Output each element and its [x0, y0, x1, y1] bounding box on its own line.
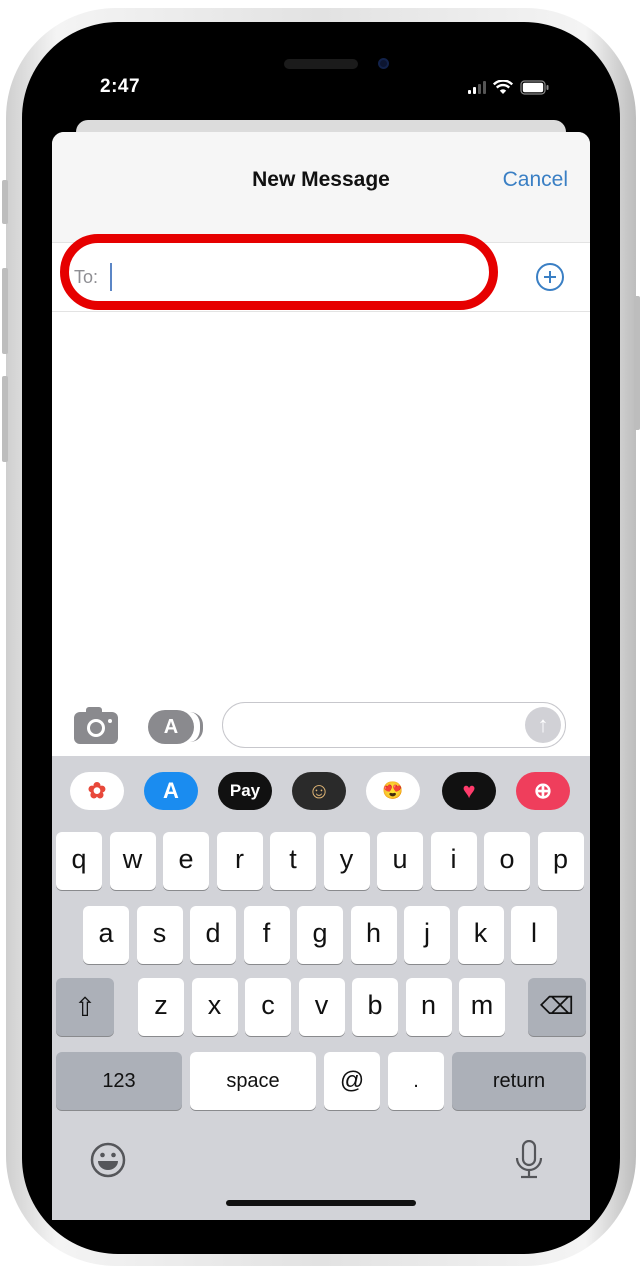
key-i[interactable]: i — [430, 832, 477, 890]
key-h[interactable]: h — [350, 906, 397, 964]
battery-icon — [520, 80, 549, 95]
app-store-icon[interactable]: A — [148, 710, 194, 744]
app-app-store-button[interactable]: A — [144, 772, 198, 810]
emoji-icon[interactable] — [90, 1142, 126, 1178]
key-t[interactable]: t — [270, 832, 316, 890]
key-f[interactable]: f — [243, 906, 290, 964]
key-y[interactable]: y — [323, 832, 370, 890]
key-q[interactable]: q — [56, 832, 102, 890]
app-digital-touch-button[interactable]: ♥ — [442, 772, 496, 810]
key-k[interactable]: k — [457, 906, 504, 964]
app-memoji-button[interactable]: ☺ — [292, 772, 346, 810]
key-m[interactable]: m — [459, 978, 505, 1036]
app-apple-pay-button[interactable]: Pay — [218, 772, 272, 810]
key-l[interactable]: l — [511, 906, 557, 964]
app-memoji-stickers-button[interactable]: 😍 — [366, 772, 420, 810]
key-s[interactable]: s — [136, 906, 183, 964]
memoji-icon: ☺ — [307, 778, 331, 803]
wifi-icon — [493, 80, 513, 94]
key-j[interactable]: j — [404, 906, 450, 964]
send-button[interactable]: ↑ — [525, 707, 561, 743]
shift-key[interactable]: ⇧ — [56, 978, 114, 1036]
key-n[interactable]: n — [405, 978, 452, 1036]
key-g[interactable]: g — [297, 906, 343, 964]
compose-bar: A ↑ — [52, 700, 590, 756]
plus-circle-icon[interactable] — [536, 263, 564, 291]
key-b[interactable]: b — [352, 978, 398, 1036]
new-message-sheet: New Message Cancel To: A ↑ ✿ A Pay ☺ 😍 ♥… — [52, 132, 590, 1220]
imessage-app-strip: ✿ A Pay ☺ 😍 ♥ ⊕ — [52, 756, 590, 826]
numbers-key[interactable]: 123 — [56, 1052, 182, 1110]
status-time: 2:47 — [100, 76, 141, 97]
key-w[interactable]: w — [109, 832, 156, 890]
cellular-signal-icon — [468, 81, 486, 94]
silent-switch — [2, 180, 8, 224]
microphone-icon[interactable] — [514, 1140, 544, 1180]
key-c[interactable]: c — [245, 978, 291, 1036]
earpiece-speaker — [284, 59, 358, 69]
key-e[interactable]: e — [163, 832, 209, 890]
delete-key[interactable]: ⌫ — [528, 978, 586, 1036]
app-photos-button[interactable]: ✿ — [70, 772, 124, 810]
apps-button-edge — [190, 712, 203, 742]
key-x[interactable]: x — [191, 978, 238, 1036]
image-search-icon: ⊕ — [533, 778, 553, 803]
key-d[interactable]: d — [190, 906, 236, 964]
recipient-input[interactable] — [108, 261, 492, 295]
key-z[interactable]: z — [138, 978, 184, 1036]
apple-pay-icon: Pay — [229, 781, 261, 800]
message-input[interactable]: ↑ — [222, 702, 566, 748]
app-store-icon: A — [163, 778, 179, 803]
cancel-button[interactable]: Cancel — [503, 168, 568, 192]
nav-bar: New Message Cancel — [52, 132, 590, 242]
recipient-row: To: — [52, 242, 590, 312]
text-cursor — [110, 263, 112, 291]
keyboard: qwertyuiop asdfghjkl zxcvbnm ⇧ ⌫ 123 spa… — [52, 826, 590, 1220]
volume-up-button — [2, 268, 8, 354]
key-r[interactable]: r — [216, 832, 263, 890]
power-button — [634, 296, 640, 430]
space-key[interactable]: space — [190, 1052, 316, 1110]
app-images-button[interactable]: ⊕ — [516, 772, 570, 810]
camera-icon[interactable] — [74, 707, 118, 744]
memoji-stickers-icon: 😍 — [382, 781, 404, 800]
return-key[interactable]: return — [452, 1052, 586, 1110]
key-v[interactable]: v — [298, 978, 345, 1036]
home-indicator — [226, 1200, 416, 1206]
photos-icon: ✿ — [87, 778, 107, 803]
front-camera — [378, 58, 389, 69]
key-p[interactable]: p — [537, 832, 584, 890]
at-key[interactable]: @ — [324, 1052, 380, 1110]
digital-touch-icon: ♥ — [462, 778, 476, 803]
to-label: To: — [74, 267, 99, 287]
dot-key[interactable]: . — [388, 1052, 444, 1110]
volume-down-button — [2, 376, 8, 462]
key-u[interactable]: u — [377, 832, 423, 890]
status-icons — [468, 80, 550, 95]
key-o[interactable]: o — [484, 832, 530, 890]
key-a[interactable]: a — [83, 906, 129, 964]
